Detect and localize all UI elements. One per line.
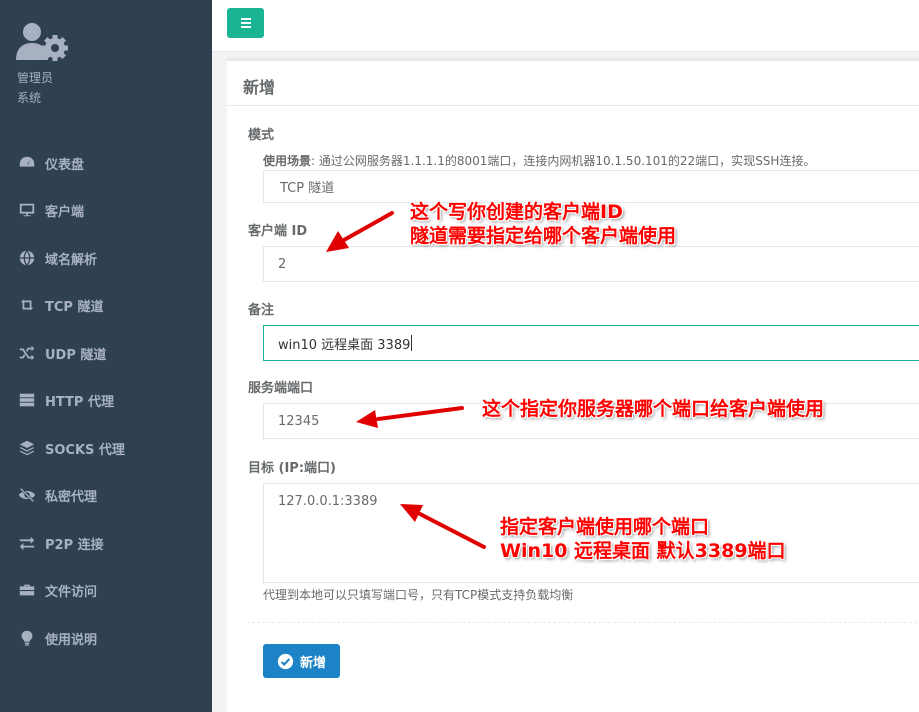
check-circle-icon [277,653,294,669]
annotation-client-line-1: 这个写你创建的客户端ID [410,201,623,223]
dashboard-icon [17,153,37,173]
mode-label: 模式 [248,128,275,143]
globe-icon [17,248,37,268]
text-cursor [411,335,413,351]
sidebar-item-private[interactable]: 私密代理 [0,475,212,515]
retweet-icon [17,295,37,315]
sidebar: 管理员 系统 仪表盘 客户端 域名解析 TCP 隧道 UDP 隧道 HTTP 代… [0,0,212,712]
desktop-icon [17,200,37,220]
role-line-2: 系统 [17,91,42,105]
annotation-target-line-1: 指定客户端使用哪个端口 [500,516,710,538]
target-help-text: 代理到本地可以只填写端口号，只有TCP模式支持负载均衡 [263,588,574,602]
remark-label: 备注 [248,303,275,318]
submit-button[interactable]: 新增 [263,644,340,678]
sidebar-item-label: 仪表盘 [45,157,85,173]
sidebar-item-label: 使用说明 [45,632,98,648]
hamburger-icon [240,18,251,20]
sidebar-item-socks[interactable]: SOCKS 代理 [0,428,212,468]
remark-value: win10 远程桌面 3389 [278,337,411,353]
annotation-client-line-2: 隧道需要指定给哪个客户端使用 [410,225,677,247]
sidebar-item-tcp[interactable]: TCP 隧道 [0,285,212,325]
sidebar-item-dns[interactable]: 域名解析 [0,238,212,278]
menu-toggle-button[interactable] [227,8,264,38]
submit-label: 新增 [299,655,326,671]
usage-hint-bold: 使用场景 [263,154,312,168]
sidebar-item-label: UDP 隧道 [45,347,107,363]
sidebar-item-help[interactable]: 使用说明 [0,618,212,658]
annotation-target-line-2: Win10 远程桌面 默认3389端口 [500,540,786,562]
mode-select-value: TCP 隧道 [280,181,335,196]
lightbulb-icon [17,628,37,648]
sidebar-item-p2p[interactable]: P2P 连接 [0,523,212,563]
annotation-client-id: 这个写你创建的客户端ID 隧道需要指定给哪个客户端使用 [410,200,676,248]
layers-icon [17,438,37,458]
eye-slash-icon [17,485,37,505]
sidebar-item-label: 文件访问 [45,584,98,600]
remark-input[interactable]: win10 远程桌面 3389 [263,325,919,361]
sidebar-item-label: 客户端 [45,204,85,220]
sidebar-item-label: HTTP 代理 [45,394,114,410]
sidebar-item-label: 域名解析 [45,252,98,268]
mode-select[interactable]: TCP 隧道 [263,170,919,203]
client-id-input[interactable]: 2 [263,246,919,282]
usage-hint: 使用场景: 通过公网服务器1.1.1.1的8001端口，连接内网机器10.1.5… [263,152,815,169]
panel-title: 新增 [243,78,276,97]
dashed-divider [247,622,919,623]
random-icon [17,343,37,363]
sidebar-item-udp[interactable]: UDP 隧道 [0,333,212,373]
user-settings-icon [16,23,68,61]
sidebar-item-label: SOCKS 代理 [45,442,125,458]
sidebar-item-files[interactable]: 文件访问 [0,570,212,610]
usage-hint-text: : 通过公网服务器1.1.1.1的8001端口，连接内网机器10.1.50.10… [311,154,816,168]
server-icon [17,390,37,410]
target-label: 目标 (IP:端口) [248,461,336,476]
profile-block: 管理员 系统 [16,22,196,112]
client-id-label: 客户端 ID [248,224,308,239]
sidebar-item-label: TCP 隧道 [45,299,104,315]
sidebar-item-dashboard[interactable]: 仪表盘 [0,143,212,183]
role-line-1: 管理员 [17,71,54,85]
sidebar-item-label: 私密代理 [45,489,98,505]
sidebar-item-clients[interactable]: 客户端 [0,190,212,230]
target-value: 127.0.0.1:3389 [278,494,378,509]
annotation-server-port: 这个指定你服务器哪个端口给客户端使用 [482,398,825,420]
form-panel: 新增 模式 使用场景: 通过公网服务器1.1.1.1的8001端口，连接内网机器… [227,58,919,712]
server-port-label: 服务端端口 [248,381,314,396]
sidebar-item-label: P2P 连接 [45,537,104,553]
server-port-value: 12345 [278,413,320,429]
user-role: 管理员 系统 [17,68,53,108]
sidebar-item-http[interactable]: HTTP 代理 [0,380,212,420]
client-id-value: 2 [278,256,287,272]
briefcase-icon [17,580,37,600]
top-navbar [212,0,919,52]
divider [227,105,919,106]
annotation-target: 指定客户端使用哪个端口 Win10 远程桌面 默认3389端口 [500,515,786,563]
exchange-icon [17,533,37,553]
